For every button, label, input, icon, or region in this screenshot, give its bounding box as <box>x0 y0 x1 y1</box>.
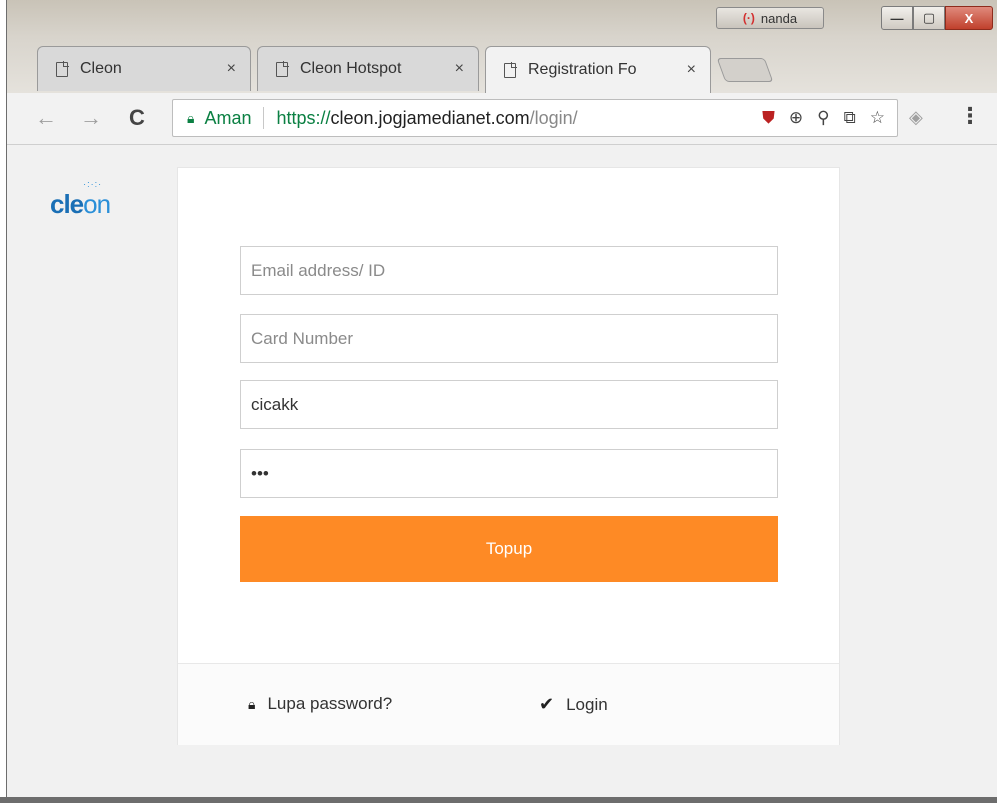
window-bottom-border <box>0 797 997 803</box>
profile-name: nanda <box>760 10 798 26</box>
menu-icon[interactable]: ⋮ <box>959 103 981 129</box>
tab-registration-form[interactable]: Registration Fo × <box>485 46 711 93</box>
translate-icon[interactable]: ⧉ <box>844 108 856 128</box>
page-icon <box>276 61 288 77</box>
shield-blocked-icon[interactable]: ⛊ <box>762 108 775 128</box>
close-window-button[interactable]: X <box>945 6 993 30</box>
address-bar[interactable]: 🔒︎ Aman https://cleon.jogjamedianet.com/… <box>172 99 898 137</box>
logo-text-2-inner: on <box>83 189 111 219</box>
forgot-password-link[interactable]: 🔒︎ Lupa password? <box>248 694 392 714</box>
password-input[interactable] <box>240 449 778 498</box>
username-input[interactable] <box>240 380 778 429</box>
address-bar-icons: ⛊ ⊕ ⚲ ⧉ ☆ <box>762 108 885 128</box>
tab-label: Cleon <box>80 60 122 77</box>
page-icon <box>56 61 68 77</box>
bookmark-star-icon[interactable]: ☆ <box>870 108 885 128</box>
tab-close-icon[interactable]: × <box>455 60 464 78</box>
url-path: /login/ <box>529 107 578 128</box>
browser-window: (·) nanda — ▢ X Cleon × Cleon Hotspot × … <box>6 0 997 803</box>
minimize-button[interactable]: — <box>881 6 913 30</box>
login-label: Login <box>566 694 608 714</box>
login-link[interactable]: ✔ Login <box>539 694 608 715</box>
lock-icon: 🔒︎ <box>248 695 256 712</box>
forgot-password-label: Lupa password? <box>267 694 393 713</box>
tab-label: Cleon Hotspot <box>300 60 402 77</box>
card-number-input[interactable] <box>240 314 778 363</box>
page-icon <box>504 62 516 78</box>
tab-close-icon[interactable]: × <box>227 60 236 78</box>
divider <box>263 107 265 129</box>
tab-label: Registration Fo <box>528 61 637 78</box>
lock-icon: 🔒︎ <box>187 109 195 126</box>
cleon-logo: cle ·:·:· on <box>50 179 111 220</box>
url-host: cleon.jogjamedianet.com <box>330 107 530 128</box>
topup-card: Topup 🔒︎ Lupa password? ✔ Login <box>177 167 840 745</box>
profile-icon: (·) <box>742 11 755 25</box>
back-arrow-icon[interactable]: ← <box>35 105 57 131</box>
extension-icon[interactable]: ◈ <box>909 107 923 128</box>
window-controls: — ▢ X <box>881 6 993 30</box>
zoom-icon[interactable]: ⊕ <box>789 108 803 128</box>
title-bar: (·) nanda — ▢ X Cleon × Cleon Hotspot × … <box>7 0 997 93</box>
logo-text-2: ·:·:· on <box>83 179 111 219</box>
checkmark-icon: ✔ <box>539 694 555 714</box>
url-scheme: https:// <box>276 107 331 128</box>
key-icon[interactable]: ⚲ <box>817 108 829 128</box>
url-text[interactable]: https://cleon.jogjamedianet.com/login/ <box>276 108 577 129</box>
card-footer: 🔒︎ Lupa password? ✔ Login <box>178 663 839 745</box>
reload-icon[interactable]: C <box>129 105 145 131</box>
new-tab-button[interactable] <box>716 58 774 82</box>
forward-arrow-icon[interactable]: → <box>80 105 102 131</box>
page-viewport: cle·:·:·on Topup 🔒︎ Lupa password? ✔ Log… <box>7 145 997 797</box>
topup-button[interactable]: Topup <box>240 516 778 582</box>
logo-dots: ·:·:· <box>83 179 103 189</box>
profile-button[interactable]: (·) nanda <box>716 7 824 29</box>
maximize-button[interactable]: ▢ <box>913 6 945 30</box>
logo-text-1: cle <box>50 189 84 219</box>
tab-cleon-hotspot[interactable]: Cleon Hotspot × <box>257 46 479 91</box>
secure-label: Aman <box>204 107 252 128</box>
browser-toolbar: ← → C 🔒︎ Aman https://cleon.jogjamediane… <box>7 93 997 145</box>
tab-close-icon[interactable]: × <box>687 61 696 79</box>
tab-cleon[interactable]: Cleon × <box>37 46 251 91</box>
email-input[interactable] <box>240 246 778 295</box>
